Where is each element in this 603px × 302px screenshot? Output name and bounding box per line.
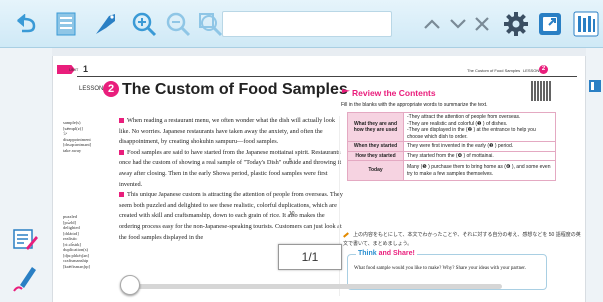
left-rail — [0, 48, 52, 302]
table-row: How they started They started from the (… — [347, 150, 556, 161]
toolbar — [0, 0, 603, 48]
row-text: -They attract the attention of people fr… — [403, 112, 556, 142]
search-field[interactable] — [222, 11, 392, 37]
paragraph-3: This unique Japanese custom is attractin… — [119, 191, 343, 241]
pencil-icon — [343, 231, 349, 238]
running-header-title: The Custom of Food Samples — [467, 68, 521, 73]
lesson-number-badge: 2 — [103, 81, 119, 97]
row-text: Many (❺ ) purchase them to bring home as… — [403, 160, 556, 181]
paragraph-1: When reading a restaurant menu, we often… — [119, 117, 336, 146]
fullscreen-icon[interactable] — [534, 8, 566, 40]
reading-passage: When reading a restaurant menu, we often… — [119, 116, 345, 243]
table-row: Today Many (❺ ) purchase them to bring h… — [347, 160, 556, 181]
paragraph-marker-icon — [119, 192, 124, 198]
notes-list-icon[interactable] — [12, 226, 38, 257]
paragraph-marker-icon — [119, 149, 124, 155]
library-icon[interactable] — [570, 8, 602, 40]
close-icon[interactable] — [466, 8, 498, 40]
right-rail — [586, 48, 603, 302]
row-label: When they started — [347, 141, 404, 152]
running-header-lesson-number: 2 — [539, 65, 548, 74]
undo-arrow-icon[interactable] — [10, 8, 42, 40]
line-number: 5 — [289, 158, 292, 164]
row-text: They were first invented in the early (❸… — [403, 141, 556, 152]
think-and-share-text: What food sample would you like to make?… — [354, 266, 526, 271]
paragraph-2: Food samples are said to have started fr… — [119, 148, 342, 188]
header-rule — [77, 76, 577, 77]
row-label: Today — [347, 160, 404, 181]
unit-number: 1 — [83, 64, 89, 74]
unit-label: UNIT — [69, 67, 79, 72]
search-input[interactable] — [223, 12, 391, 36]
vocabulary-notes-bottom: puzzled [pʌ́zld] delighted [dɪláɪtɪd] re… — [63, 214, 90, 269]
bookshelf-icon[interactable] — [588, 78, 602, 99]
zoom-in-icon[interactable] — [128, 8, 160, 40]
row-label: How they started — [347, 150, 404, 161]
review-instruction: Fill in the blanks with the appropriate … — [341, 102, 488, 108]
table-row: What they are and how they are used -The… — [347, 112, 556, 142]
page-slider-thumb[interactable] — [120, 275, 140, 295]
pen-tool-icon[interactable] — [12, 263, 38, 298]
page-indicator: 1/1 — [278, 244, 342, 270]
row-label: What they are and how they are used — [347, 112, 404, 142]
paragraph-marker-icon — [119, 118, 124, 124]
gear-icon[interactable] — [500, 8, 532, 40]
think-and-share-title: Think and Share! — [356, 250, 417, 257]
summary-instruction: 上の内容をもとにして、本文でわかったことや、それに対する自分の考え、感想などを … — [343, 231, 581, 247]
lesson-title: The Custom of Food Samples — [122, 81, 348, 98]
review-title: Review the Contents — [352, 88, 436, 98]
line-number: 10 — [289, 211, 295, 217]
table-of-contents-icon[interactable] — [50, 8, 82, 40]
tag-icon[interactable] — [90, 8, 122, 40]
review-table: What they are and how they are used -The… — [347, 112, 556, 181]
page-slider-track[interactable] — [126, 284, 502, 289]
table-row: When they started They were first invent… — [347, 141, 556, 152]
row-text: They started from the (❹ ) of mottainai. — [403, 150, 556, 161]
qr-code[interactable] — [531, 81, 551, 101]
running-header-lesson: LESSON — [523, 68, 540, 73]
lesson-label: LESSON — [79, 86, 104, 92]
zoom-out-icon[interactable] — [162, 8, 194, 40]
vocabulary-notes-top: sample(s) [sǽmpl(z)] シ disappointment [d… — [63, 120, 92, 153]
